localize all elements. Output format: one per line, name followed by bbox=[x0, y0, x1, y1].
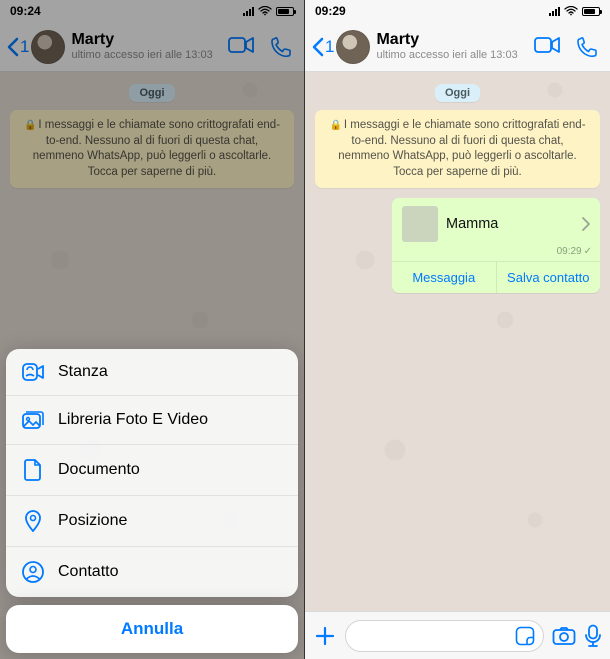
sheet-item-label: Libreria Foto E Video bbox=[58, 411, 208, 429]
title-block[interactable]: Marty ultimo accesso ieri alle 13:03 bbox=[71, 31, 228, 62]
sheet-item-label: Posizione bbox=[58, 512, 127, 530]
camera-button[interactable] bbox=[552, 626, 576, 646]
input-bar bbox=[305, 611, 610, 659]
screen-attachment-sheet: 09:24 1 Marty ultimo accesso ieri alle 1… bbox=[0, 0, 305, 659]
status-bar: 09:24 bbox=[0, 0, 304, 22]
encryption-text: I messaggi e le chiamate sono crittograf… bbox=[338, 119, 585, 178]
contact-card-bubble[interactable]: Mamma 09:29✓ Messaggia Salva contatto bbox=[392, 198, 600, 293]
wifi-icon bbox=[258, 6, 272, 16]
mic-button[interactable] bbox=[584, 624, 602, 648]
title-block[interactable]: Marty ultimo accesso ieri alle 13:03 bbox=[376, 31, 534, 62]
signal-icon bbox=[243, 7, 254, 16]
chat-area: Oggi 🔒I messaggi e le chiamate sono crit… bbox=[0, 72, 304, 196]
sheet-item-photo-video[interactable]: Libreria Foto E Video bbox=[6, 396, 298, 445]
back-button[interactable]: 1 bbox=[6, 37, 29, 57]
room-icon bbox=[22, 363, 44, 381]
document-icon bbox=[22, 459, 44, 481]
cancel-button[interactable]: Annulla bbox=[6, 605, 298, 653]
sheet-item-contact[interactable]: Contatto bbox=[6, 547, 298, 597]
voice-call-button[interactable] bbox=[576, 36, 598, 58]
video-call-button[interactable] bbox=[228, 36, 254, 58]
battery-icon bbox=[276, 7, 294, 16]
sheet-item-label: Documento bbox=[58, 461, 140, 479]
contact-thumbnail bbox=[402, 206, 438, 242]
save-contact-button[interactable]: Salva contatto bbox=[497, 262, 601, 293]
action-sheet: Stanza Libreria Foto E Video Documento P… bbox=[6, 349, 298, 653]
shared-contact-name: Mamma bbox=[446, 216, 574, 232]
sheet-item-label: Stanza bbox=[58, 363, 108, 381]
voice-call-button[interactable] bbox=[270, 36, 292, 58]
navbar: 1 Marty ultimo accesso ieri alle 13:03 bbox=[0, 22, 304, 72]
status-bar: 09:29 bbox=[305, 0, 610, 22]
encryption-text: I messaggi e le chiamate sono crittograf… bbox=[33, 119, 280, 178]
status-time: 09:29 bbox=[315, 4, 346, 18]
message-time: 09:29 bbox=[557, 246, 582, 257]
sheet-item-label: Contatto bbox=[58, 563, 118, 581]
video-call-button[interactable] bbox=[534, 36, 560, 58]
contact-icon bbox=[22, 561, 44, 583]
wifi-icon bbox=[564, 6, 578, 16]
lock-icon: 🔒 bbox=[329, 120, 341, 131]
screen-contact-sent: 09:29 1 Marty ultimo accesso ieri alle 1… bbox=[305, 0, 610, 659]
sheet-item-stanza[interactable]: Stanza bbox=[6, 349, 298, 396]
attach-button[interactable] bbox=[313, 624, 337, 648]
signal-icon bbox=[549, 7, 560, 16]
chevron-left-icon bbox=[311, 37, 325, 57]
last-seen: ultimo accesso ieri alle 13:03 bbox=[376, 49, 534, 62]
status-time: 09:24 bbox=[10, 4, 41, 18]
back-count: 1 bbox=[20, 37, 29, 57]
chevron-left-icon bbox=[6, 37, 20, 57]
day-chip: Oggi bbox=[129, 84, 174, 102]
message-meta: 09:29✓ bbox=[392, 246, 600, 261]
encryption-banner[interactable]: 🔒I messaggi e le chiamate sono crittogra… bbox=[10, 110, 294, 188]
sent-tick-icon: ✓ bbox=[584, 246, 592, 257]
navbar: 1 Marty ultimo accesso ieri alle 13:03 bbox=[305, 22, 610, 72]
photo-library-icon bbox=[22, 410, 44, 430]
sheet-item-location[interactable]: Posizione bbox=[6, 496, 298, 547]
chevron-right-icon bbox=[582, 217, 590, 231]
avatar[interactable] bbox=[336, 30, 370, 64]
lock-icon: 🔒 bbox=[24, 120, 36, 131]
location-icon bbox=[22, 510, 44, 532]
message-contact-button[interactable]: Messaggia bbox=[392, 262, 497, 293]
encryption-banner[interactable]: 🔒I messaggi e le chiamate sono crittogra… bbox=[315, 110, 600, 188]
message-input[interactable] bbox=[345, 620, 544, 652]
sticker-icon[interactable] bbox=[515, 626, 535, 646]
last-seen: ultimo accesso ieri alle 13:03 bbox=[71, 49, 228, 62]
back-count: 1 bbox=[325, 37, 334, 57]
chat-area: Oggi 🔒I messaggi e le chiamate sono crit… bbox=[305, 72, 610, 303]
back-button[interactable]: 1 bbox=[311, 37, 334, 57]
contact-name: Marty bbox=[376, 31, 534, 49]
sheet-item-document[interactable]: Documento bbox=[6, 445, 298, 496]
battery-icon bbox=[582, 7, 600, 16]
day-chip: Oggi bbox=[435, 84, 480, 102]
avatar[interactable] bbox=[31, 30, 65, 64]
contact-name: Marty bbox=[71, 31, 228, 49]
